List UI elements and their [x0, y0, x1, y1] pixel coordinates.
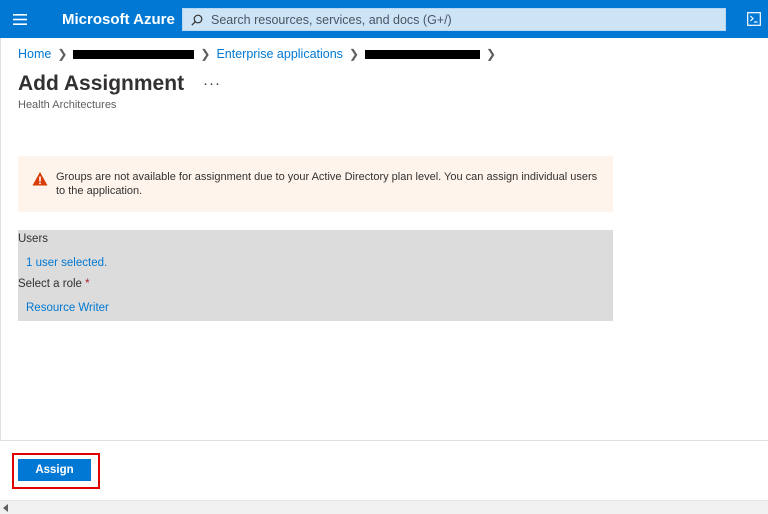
- footer-divider: [0, 440, 768, 441]
- warning-icon: [32, 172, 48, 186]
- hamburger-icon[interactable]: [0, 0, 40, 38]
- top-bar: Microsoft Azure: [0, 0, 768, 38]
- page-subtitle: Health Architectures: [18, 99, 117, 111]
- search-box[interactable]: [182, 8, 726, 31]
- more-options-icon[interactable]: ···: [203, 75, 221, 92]
- chevron-right-icon: ❯: [57, 47, 68, 61]
- redacted-breadcrumb-item: [73, 49, 195, 59]
- warning-text: Groups are not available for assignment …: [56, 171, 598, 197]
- role-label: Select a role *: [18, 278, 90, 290]
- role-selection-link[interactable]: Resource Writer: [26, 302, 109, 314]
- search-input[interactable]: [211, 12, 711, 27]
- page-title: Add Assignment: [18, 72, 185, 95]
- breadcrumb: Home ❯ ❯ Enterprise applications ❯ ❯: [18, 46, 502, 62]
- required-marker: *: [85, 278, 90, 290]
- assignment-form: Users 1 user selected. Select a role * R…: [18, 230, 613, 321]
- users-label: Users: [18, 233, 49, 245]
- users-selection-link[interactable]: 1 user selected.: [26, 257, 107, 269]
- redacted-breadcrumb-item: [365, 49, 480, 59]
- scroll-left-icon[interactable]: [3, 504, 8, 512]
- warning-banner: Groups are not available for assignment …: [18, 156, 613, 212]
- blade-border: [0, 38, 1, 441]
- horizontal-scrollbar[interactable]: [0, 500, 768, 514]
- chevron-right-icon: ❯: [200, 47, 211, 61]
- search-icon: [191, 14, 203, 26]
- role-label-text: Select a role: [18, 278, 82, 290]
- chevron-right-icon: ❯: [348, 47, 359, 61]
- chevron-right-icon: ❯: [486, 47, 497, 61]
- cloud-shell-icon[interactable]: [740, 0, 768, 38]
- assign-button[interactable]: Assign: [18, 459, 91, 481]
- breadcrumb-enterprise-applications[interactable]: Enterprise applications: [216, 47, 342, 61]
- breadcrumb-home[interactable]: Home: [18, 47, 51, 61]
- brand-title[interactable]: Microsoft Azure: [62, 11, 175, 28]
